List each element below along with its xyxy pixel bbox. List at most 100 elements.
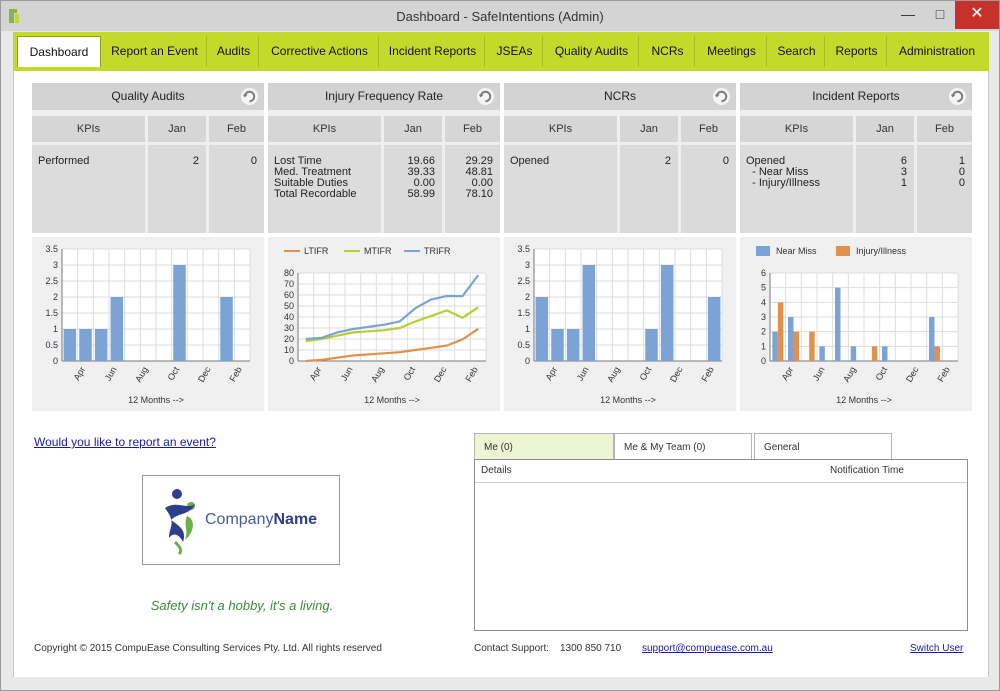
jan-values: 2 <box>148 145 206 233</box>
y-tick-label: 3.5 <box>517 244 530 254</box>
x-tick-label: Feb <box>463 365 479 383</box>
y-tick-label: 0 <box>289 356 294 366</box>
support-label: Contact Support: <box>474 643 550 654</box>
tab-me[interactable]: Me (0) <box>474 433 614 460</box>
y-tick-label: 6 <box>761 268 766 278</box>
switch-user-link[interactable]: Switch User <box>910 643 963 654</box>
jan-value: 58.99 <box>407 188 435 200</box>
refresh-icon[interactable] <box>948 87 967 106</box>
nav-search[interactable]: Search <box>769 36 825 67</box>
bar <box>777 302 784 361</box>
legend-swatch <box>836 246 850 256</box>
y-tick-label: 0.5 <box>517 340 530 350</box>
bar <box>551 329 564 361</box>
nav-report-an-event[interactable]: Report an Event <box>103 36 207 67</box>
bar <box>645 329 658 361</box>
jan-header: Jan <box>620 116 678 142</box>
nav-administration[interactable]: Administration <box>889 36 985 67</box>
refresh-icon[interactable] <box>476 87 495 106</box>
feb-value: 0 <box>722 155 729 167</box>
y-tick-label: 70 <box>284 279 294 289</box>
kpi-label: Performed <box>38 155 90 167</box>
x-axis-label: 12 Months --> <box>128 395 184 405</box>
y-tick-label: 30 <box>284 323 294 333</box>
refresh-icon[interactable] <box>240 87 259 106</box>
bar <box>582 265 596 361</box>
panel-title: Quality Audits <box>32 83 264 110</box>
bar <box>79 329 92 361</box>
kpi-labels: Opened <box>504 145 617 233</box>
chart-svg: 0 0.5 1 1.5 2 2.5 3 3.5 Apr Jun Aug Oct Dec Feb 12 Mon… <box>517 244 723 405</box>
x-tick-label: Aug <box>133 365 150 384</box>
x-tick-label: Dec <box>668 365 685 384</box>
x-axis-label: 12 Months --> <box>364 395 420 405</box>
close-button[interactable]: ✕ <box>955 1 999 29</box>
x-tick-label: Jun <box>575 365 591 383</box>
window-title: Dashboard - SafeIntentions (Admin) <box>396 9 604 24</box>
minimize-button[interactable]: — <box>891 1 925 29</box>
x-tick-label: Apr <box>308 365 324 382</box>
ncrs-chart: 0 0.5 1 1.5 2 2.5 3 3.5 Apr Jun Aug Oct Dec Feb 12 Mon… <box>504 237 736 411</box>
bar <box>835 287 841 361</box>
ncrs-panel: NCRs KPIs Jan Feb Opened 2 0 <box>504 83 736 233</box>
nav-jseas[interactable]: JSEAs <box>487 36 543 67</box>
nav-meetings[interactable]: Meetings <box>697 36 767 67</box>
tab-me-and-my-team[interactable]: Me & My Team (0) <box>614 433 752 460</box>
nav-quality-audits[interactable]: Quality Audits <box>545 36 639 67</box>
bar <box>793 331 799 361</box>
y-tick-label: 1 <box>761 341 766 351</box>
kpi-header: KPIs <box>504 116 617 142</box>
support-email-link[interactable]: support@compuease.com.au <box>642 643 773 654</box>
incident-reports-chart: 0 1 2 3 4 5 6 Apr Jun Aug Oct Dec Feb 12 Months --> Ne… <box>740 237 972 411</box>
bar <box>809 331 815 361</box>
y-tick-label: 2 <box>761 327 766 337</box>
bar <box>220 297 233 361</box>
tagline: Safety isn't a hobby, it's a living. <box>150 598 334 613</box>
jan-values: 2 <box>620 145 678 233</box>
notification-time-column-header[interactable]: Notification Time <box>830 460 904 482</box>
kpi-labels: Opened - Near Miss - Injury/Illness <box>740 145 853 233</box>
x-tick-label: Jun <box>811 365 827 383</box>
company-logo: CompanyName <box>142 475 340 565</box>
x-tick-label: Apr <box>72 365 88 382</box>
legend-swatch <box>756 246 770 256</box>
nav-incident-reports[interactable]: Incident Reports <box>381 36 485 67</box>
bar <box>788 317 794 361</box>
details-column-header[interactable]: Details <box>481 460 512 482</box>
panel-title: Injury Frequency Rate <box>268 83 500 110</box>
x-tick-label: Oct <box>638 365 654 383</box>
y-tick-label: 1 <box>525 324 530 334</box>
copyright: Copyright © 2015 CompuEase Consulting Se… <box>34 643 382 654</box>
maximize-button[interactable]: □ <box>923 1 957 29</box>
y-tick-label: 60 <box>284 290 294 300</box>
kpi-labels: Performed <box>32 145 145 233</box>
x-axis-label: 12 Months --> <box>836 395 892 405</box>
jan-value: 2 <box>192 155 199 167</box>
nav-corrective-actions[interactable]: Corrective Actions <box>261 36 379 67</box>
refresh-icon[interactable] <box>712 87 731 106</box>
jan-header: Jan <box>148 116 206 142</box>
tab-general[interactable]: General <box>754 433 892 460</box>
notifications-list[interactable]: Details Notification Time <box>474 459 968 631</box>
y-tick-label: 5 <box>761 283 766 293</box>
kpi-header: KPIs <box>268 116 381 142</box>
y-tick-label: 3 <box>525 260 530 270</box>
bar <box>934 346 940 361</box>
app-window: Dashboard - SafeIntentions (Admin) — □ ✕… <box>0 0 1000 691</box>
report-event-link[interactable]: Would you like to report an event? <box>34 435 216 449</box>
legend-label: Near Miss <box>776 246 817 256</box>
bar <box>871 346 878 361</box>
nav-audits[interactable]: Audits <box>209 36 259 67</box>
x-tick-label: Jun <box>339 365 355 383</box>
header-divider <box>475 482 967 483</box>
bar <box>929 317 935 361</box>
title-bar: Dashboard - SafeIntentions (Admin) — □ ✕ <box>1 1 999 31</box>
y-tick-label: 1 <box>53 324 58 334</box>
y-tick-label: 80 <box>284 268 294 278</box>
company-name-light: Company <box>205 511 274 528</box>
nav-ncrs[interactable]: NCRs <box>641 36 695 67</box>
nav-dashboard[interactable]: Dashboard <box>17 36 101 67</box>
nav-reports[interactable]: Reports <box>827 36 887 67</box>
bar <box>819 346 825 361</box>
main-nav: Dashboard Report an Event Audits Correct… <box>13 32 989 71</box>
